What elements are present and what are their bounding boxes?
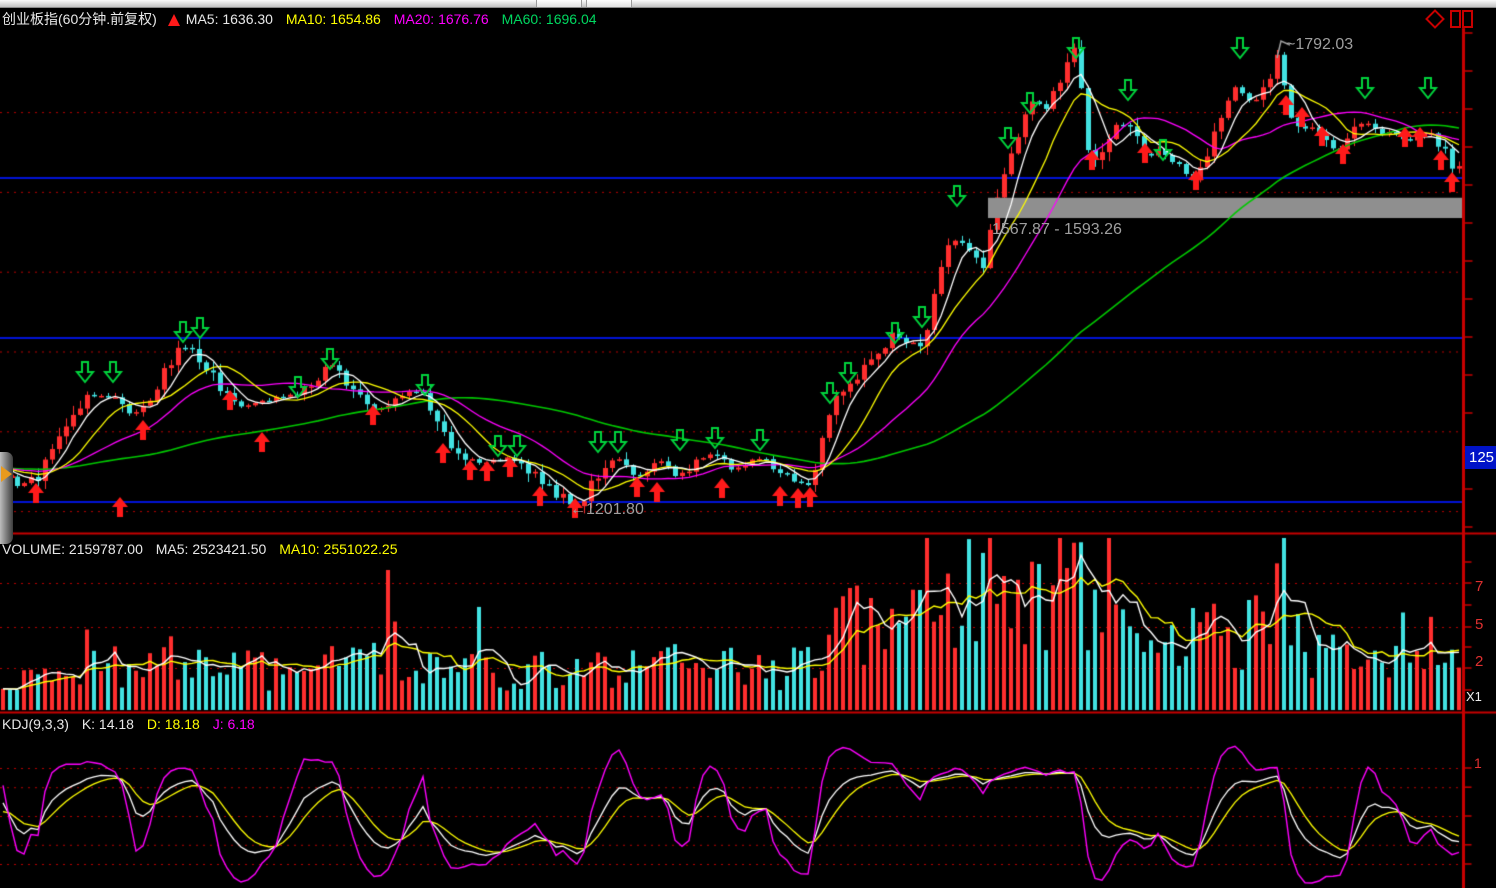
- vol-axis-25: 2: [1475, 653, 1483, 670]
- chart-canvas[interactable]: [0, 0, 1496, 888]
- vol-axis-50: 5: [1475, 616, 1483, 633]
- kdj-k-value: K: 14.18: [82, 716, 134, 732]
- symbol-title: 创业板指(60分钟.前复权): [2, 11, 157, 27]
- range-annotation: 1567.87 - 1593.26: [992, 221, 1122, 239]
- trend-up-icon: [168, 14, 180, 26]
- scroll-arrow-icon: [1, 466, 12, 482]
- vol-ma5-value: MA5: 2523421.50: [156, 541, 267, 557]
- toolbar-segment: [536, 0, 582, 7]
- toolbar-segment: [586, 0, 632, 7]
- main-chart-header: 创业板指(60分钟.前复权) MA5: 1636.30 MA10: 1654.86…: [2, 9, 606, 29]
- ma60-value: MA60: 1696.04: [502, 11, 597, 27]
- kdj-axis-100: 1: [1474, 755, 1482, 771]
- ma20-value: MA20: 1676.76: [394, 11, 489, 27]
- ma10-value: MA10: 1654.86: [286, 11, 381, 27]
- ma5-value: MA5: 1636.30: [186, 11, 273, 27]
- kdj-d-value: D: 18.18: [147, 716, 200, 732]
- vol-ma10-value: MA10: 2551022.25: [279, 541, 397, 557]
- vol-axis-75: 7: [1475, 578, 1483, 595]
- scroll-thumb[interactable]: [0, 452, 13, 544]
- split-pane-left: [1450, 10, 1461, 28]
- kdj-name: KDJ(9,3,3): [2, 716, 69, 732]
- kdj-j-value: J: 6.18: [213, 716, 255, 732]
- split-window-icon[interactable]: [1450, 10, 1473, 28]
- axis-price-label: 125: [1465, 446, 1496, 469]
- volume-value: VOLUME: 2159787.00: [2, 541, 143, 557]
- volume-header: VOLUME: 2159787.00 MA5: 2523421.50 MA10:…: [2, 541, 407, 557]
- low-annotation: ←1201.80: [570, 501, 644, 519]
- kdj-header: KDJ(9,3,3) K: 14.18 D: 18.18 J: 6.18: [2, 716, 264, 732]
- split-pane-right: [1462, 10, 1473, 28]
- vol-axis-unit: X1: [1466, 689, 1482, 704]
- top-toolbar-edge: [0, 0, 1496, 8]
- chart-window: 创业板指(60分钟.前复权) MA5: 1636.30 MA10: 1654.86…: [0, 0, 1496, 888]
- peak-annotation: ~1792.03: [1286, 36, 1353, 54]
